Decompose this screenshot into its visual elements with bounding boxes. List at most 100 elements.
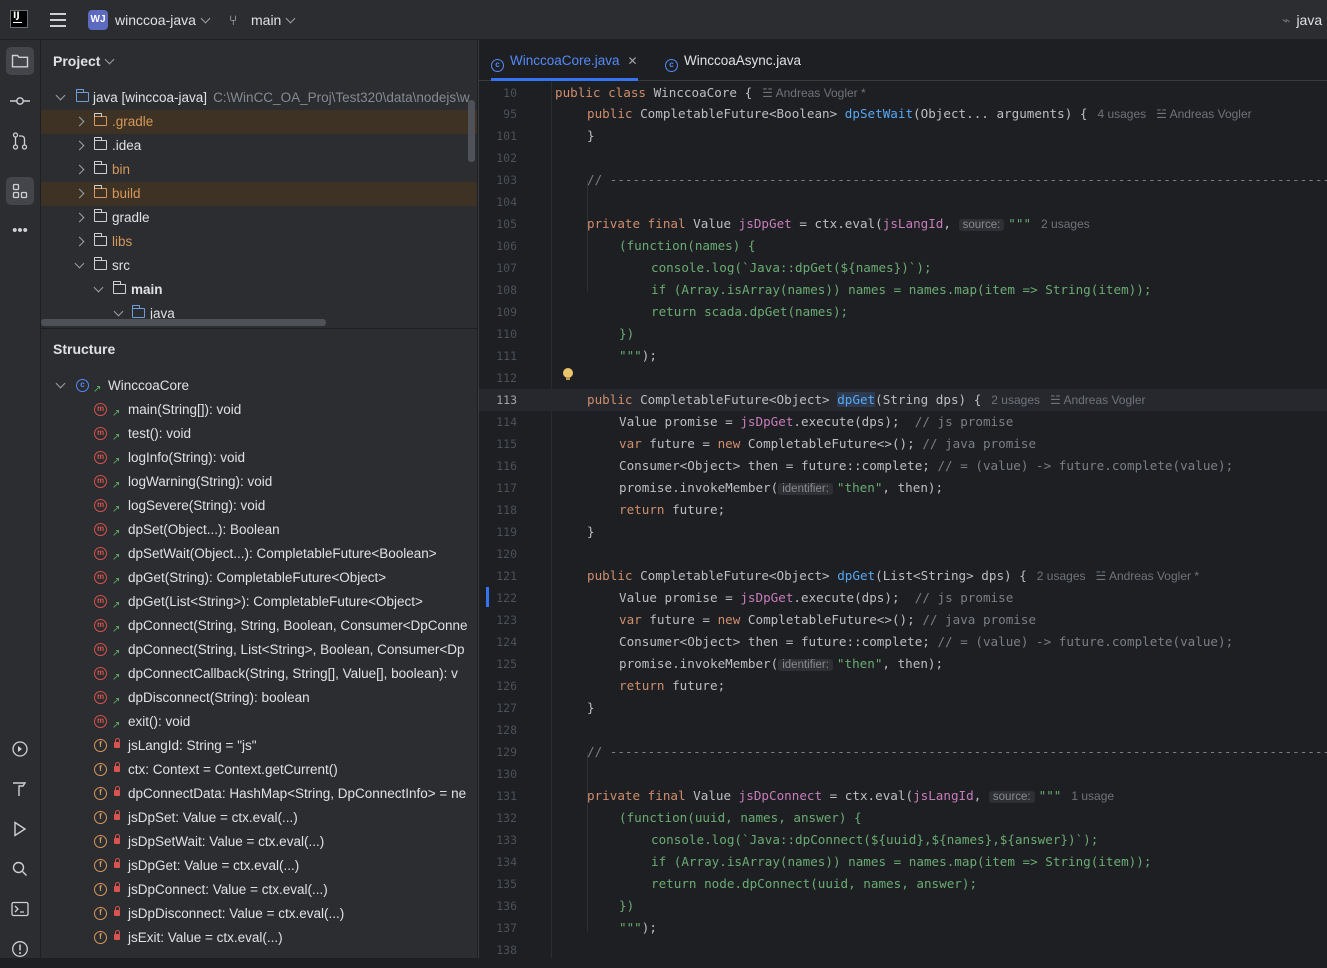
code-line[interactable]: 127} [479, 697, 1327, 719]
code-line[interactable]: 133 console.log(`Java::dpConnect(${uuid},… [479, 829, 1327, 851]
code-line[interactable]: 136}) [479, 895, 1327, 917]
code-line[interactable]: 119} [479, 521, 1327, 543]
project-tool-icon[interactable] [6, 47, 34, 75]
code-line[interactable]: 125 promise.invokeMember(identifier: "then… [479, 653, 1327, 675]
chevron-down-icon[interactable] [55, 378, 66, 389]
tab-winccoaasync[interactable]: c WinccoaAsync.java [665, 40, 801, 81]
code-line[interactable]: 123 var future = new CompletableFuture<>(… [479, 609, 1327, 631]
usages-hint[interactable]: 1 usage [1071, 789, 1114, 803]
code-line[interactable]: 124 Consumer<Object> then = future::compl… [479, 631, 1327, 653]
structure-method-row[interactable]: m ↗ dpGet(String): CompletableFuture<Objec… [41, 566, 477, 590]
code-line[interactable]: 115 var future = new CompletableFuture<>(… [479, 433, 1327, 455]
intellij-logo[interactable]: IJ [10, 10, 28, 28]
structure-field-row[interactable]: f jsDpDisconnect: Value = ctx.eval(...) [41, 902, 477, 926]
chevron-right-icon[interactable] [74, 140, 85, 151]
tree-item[interactable]: src [41, 254, 477, 278]
structure-method-row[interactable]: m ↗ logInfo(String): void [41, 446, 477, 470]
code-line[interactable]: 122 Value promise = jsDpGet.execute(dps);… [479, 587, 1327, 609]
structure-method-row[interactable]: m ↗ dpConnect(String, String, Boolean, Con… [41, 614, 477, 638]
code-line[interactable]: 95 public CompletableFuture<Boolean> dpSe… [479, 103, 1327, 125]
structure-method-row[interactable]: m ↗ exit(): void [41, 710, 477, 734]
code-line[interactable]: 112 [479, 367, 1327, 389]
vertical-scrollbar[interactable] [468, 100, 475, 162]
structure-field-row[interactable]: f ctx: Context = Context.getCurrent() [41, 758, 477, 782]
structure-field-row[interactable]: f dpConnectData: HashMap<String, DpConnec… [41, 782, 477, 806]
code-line[interactable]: 114 Value promise = jsDpGet.execute(dps);… [479, 411, 1327, 433]
usages-hint[interactable]: 2 usages [1041, 217, 1090, 231]
project-badge[interactable]: WJ [88, 10, 108, 30]
chevron-right-icon[interactable] [74, 236, 85, 247]
structure-method-row[interactable]: m ↗ dpConnect(String, List<String>, Boolea… [41, 638, 477, 662]
code-line-current[interactable]: 113 public CompletableFuture<Object> dpGe… [479, 389, 1327, 411]
code-line[interactable]: 126 return future; [479, 675, 1327, 697]
usages-hint[interactable]: 4 usages [1097, 107, 1146, 121]
structure-method-row[interactable]: m ↗ dpConnectCallback(String, String[], Va… [41, 662, 477, 686]
chevron-down-icon[interactable] [74, 258, 85, 269]
code-line[interactable]: 108 if (Array.isArray(names)) names = nam… [479, 279, 1327, 301]
structure-field-row[interactable]: f jsLangId: String = "js" [41, 734, 477, 758]
problems-icon[interactable] [6, 935, 34, 963]
tree-item[interactable]: gradle [41, 206, 477, 230]
branch-icon[interactable]: ⑂ [229, 12, 243, 28]
tree-root[interactable]: java [winccoa-java] C:\WinCC_OA_Proj\Test… [41, 86, 477, 110]
code-line[interactable]: 128 [479, 719, 1327, 741]
structure-field-row[interactable]: f jsDpSetWait: Value = ctx.eval(...) [41, 830, 477, 854]
code-line[interactable]: 116 Consumer<Object> then = future::compl… [479, 455, 1327, 477]
branch-switcher[interactable]: main [251, 12, 296, 28]
code-line[interactable]: 121 public CompletableFuture<Object> dpGe… [479, 565, 1327, 587]
tree-item[interactable]: bin [41, 158, 477, 182]
terminal-icon[interactable] [6, 895, 34, 923]
chevron-right-icon[interactable] [74, 212, 85, 223]
structure-field-row[interactable]: f jsDpConnect: Value = ctx.eval(...) [41, 878, 477, 902]
code-line[interactable]: 102 [479, 147, 1327, 169]
code-line[interactable]: 135 return node.dpConnect(uuid, names, an… [479, 873, 1327, 895]
close-icon[interactable]: ✕ [628, 54, 638, 68]
code-line[interactable]: 101} [479, 125, 1327, 147]
main-menu-icon[interactable] [50, 13, 66, 27]
structure-icon[interactable] [6, 177, 34, 205]
author-hint[interactable]: ☱ Andreas Vogler * [762, 86, 866, 100]
code-line[interactable]: 134 if (Array.isArray(names)) names = nam… [479, 851, 1327, 873]
code-line[interactable]: 109 return scada.dpGet(names); [479, 301, 1327, 323]
code-line[interactable]: 120 [479, 543, 1327, 565]
chevron-down-icon[interactable] [55, 90, 66, 101]
tree-item[interactable]: libs [41, 230, 477, 254]
tree-item[interactable]: .idea [41, 134, 477, 158]
usages-hint[interactable]: 2 usages [991, 393, 1040, 407]
structure-method-row[interactable]: m ↗ dpSetWait(Object...): CompletableFutur… [41, 542, 477, 566]
author-hint[interactable]: ☱ Andreas Vogler [1156, 107, 1252, 121]
code-line[interactable]: 10 public class WinccoaCore {☱ Andreas Vo… [479, 82, 1327, 104]
project-switcher[interactable]: winccoa-java [115, 12, 211, 28]
structure-method-row[interactable]: m ↗ main(String[]): void [41, 398, 477, 422]
usages-hint[interactable]: 2 usages [1037, 569, 1086, 583]
chevron-down-icon[interactable] [113, 306, 124, 317]
code-line[interactable]: 106 (function(names) { [479, 235, 1327, 257]
lightbulb-icon[interactable] [563, 368, 573, 380]
code-line[interactable]: 131 private final Value jsDpConnect = ctx… [479, 785, 1327, 807]
chevron-down-icon[interactable] [93, 282, 104, 293]
commit-icon[interactable] [6, 87, 34, 115]
search-icon[interactable] [6, 855, 34, 883]
services-icon[interactable] [6, 735, 34, 763]
run-config-widget[interactable]: ⌁ java [1282, 12, 1322, 29]
structure-field-row[interactable]: f jsExit: Value = ctx.eval(...) [41, 926, 477, 950]
author-hint[interactable]: ☱ Andreas Vogler [1050, 393, 1146, 407]
horizontal-scrollbar[interactable] [41, 319, 326, 326]
code-line[interactable]: 103 // ----------------------------------… [479, 169, 1327, 191]
tab-winccoacore[interactable]: c WinccoaCore.java ✕ [491, 40, 638, 81]
more-icon[interactable]: ••• [6, 217, 34, 245]
project-view-selector[interactable]: Project [53, 53, 115, 69]
chevron-right-icon[interactable] [74, 188, 85, 199]
code-line[interactable]: 107 console.log(`Java::dpGet(${names})`); [479, 257, 1327, 279]
tree-item[interactable]: build [41, 182, 477, 206]
tree-item[interactable]: .gradle [41, 110, 477, 134]
code-line[interactable]: 129 // ----------------------------------… [479, 741, 1327, 763]
structure-field-row[interactable]: f jsDpGet: Value = ctx.eval(...) [41, 854, 477, 878]
code-line[interactable]: 110}) [479, 323, 1327, 345]
structure-method-row[interactable]: m ↗ test(): void [41, 422, 477, 446]
author-hint[interactable]: ☱ Andreas Vogler * [1096, 569, 1200, 583]
structure-field-row[interactable]: f jsDpSet: Value = ctx.eval(...) [41, 806, 477, 830]
code-line[interactable]: 117 promise.invokeMember(identifier: "then… [479, 477, 1327, 499]
structure-method-row[interactable]: m ↗ logSevere(String): void [41, 494, 477, 518]
structure-method-row[interactable]: m ↗ dpGet(List<String>): CompletableFuture… [41, 590, 477, 614]
